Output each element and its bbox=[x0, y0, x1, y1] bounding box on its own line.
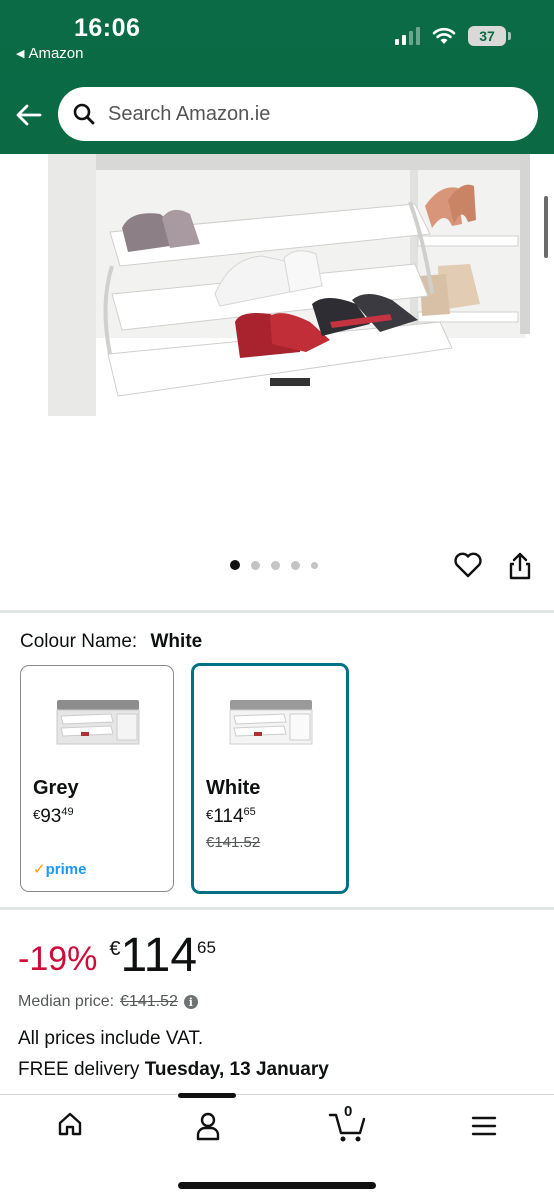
search-icon bbox=[73, 103, 95, 125]
median-label: Median price: bbox=[18, 993, 115, 1010]
price-row: -19% € 114 65 bbox=[18, 928, 216, 983]
colour-option-was-price: €141.52 bbox=[206, 834, 261, 851]
delivery-date: Tuesday, 13 January bbox=[144, 1059, 329, 1080]
colour-option-grey[interactable]: Grey €9349 ✓prime bbox=[20, 665, 174, 892]
colour-name-row: Colour Name: White bbox=[20, 631, 202, 653]
product-image[interactable] bbox=[0, 154, 554, 544]
battery-icon: 37 bbox=[468, 26, 511, 46]
cart-count: 0 bbox=[344, 1103, 353, 1120]
colour-option-white[interactable]: White €11465 €141.52 bbox=[191, 663, 349, 894]
section-divider bbox=[0, 610, 554, 613]
white-cabinet-thumbnail bbox=[229, 700, 313, 745]
share-icon[interactable] bbox=[507, 551, 533, 581]
section-divider bbox=[0, 907, 554, 910]
back-arrow-icon[interactable] bbox=[14, 100, 44, 130]
app-header: 16:06 ◀ Amazon 37 bbox=[0, 0, 554, 154]
colour-selected-value: White bbox=[150, 631, 203, 652]
battery-level: 37 bbox=[479, 28, 495, 44]
median-price-row: Median price: €141.52 i bbox=[18, 993, 198, 1011]
prime-check-icon: ✓ bbox=[33, 861, 46, 878]
back-to-app-link[interactable]: ◀ Amazon bbox=[16, 45, 84, 62]
scroll-indicator bbox=[544, 196, 548, 258]
account-icon[interactable] bbox=[195, 1111, 221, 1141]
colour-option-name: White bbox=[206, 777, 261, 799]
shoe-cabinet-illustration bbox=[48, 154, 530, 416]
delivery-prefix: FREE delivery bbox=[18, 1059, 140, 1080]
carousel-dot[interactable] bbox=[271, 560, 280, 570]
median-value: €141.52 bbox=[120, 993, 178, 1010]
discount-percentage: -19% bbox=[18, 940, 98, 978]
status-time: 16:06 bbox=[74, 14, 141, 42]
colour-option-name: Grey bbox=[33, 777, 79, 799]
home-indicator[interactable] bbox=[178, 1182, 376, 1189]
cart-button[interactable]: 0 bbox=[328, 1103, 368, 1143]
carousel-dot[interactable] bbox=[291, 560, 300, 570]
menu-icon[interactable] bbox=[471, 1115, 497, 1137]
info-icon[interactable]: i bbox=[183, 995, 198, 1009]
grey-cabinet-thumbnail bbox=[56, 700, 140, 745]
current-price: € 114 65 bbox=[109, 929, 216, 982]
cellular-signal-icon bbox=[395, 27, 420, 45]
carousel-dot[interactable] bbox=[251, 560, 260, 570]
home-icon[interactable] bbox=[57, 1111, 83, 1137]
colour-label: Colour Name: bbox=[20, 631, 138, 652]
back-triangle-icon: ◀ bbox=[16, 48, 25, 60]
vat-note: All prices include VAT. bbox=[18, 1028, 204, 1049]
nav-handle bbox=[178, 1093, 236, 1098]
search-bar[interactable] bbox=[58, 87, 538, 141]
status-icons: 37 bbox=[395, 26, 511, 46]
carousel-dot[interactable] bbox=[230, 560, 240, 570]
search-input[interactable] bbox=[108, 102, 488, 126]
heart-icon[interactable] bbox=[453, 551, 483, 579]
colour-option-price: €11465 bbox=[206, 806, 256, 827]
back-app-label: Amazon bbox=[28, 45, 84, 62]
carousel-dot[interactable] bbox=[311, 561, 318, 569]
colour-option-price: €9349 bbox=[33, 806, 74, 827]
delivery-info: FREE delivery Tuesday, 13 January bbox=[18, 1059, 329, 1081]
prime-badge: ✓prime bbox=[33, 861, 87, 878]
wifi-icon bbox=[432, 27, 456, 44]
image-carousel-dots[interactable] bbox=[230, 560, 318, 570]
